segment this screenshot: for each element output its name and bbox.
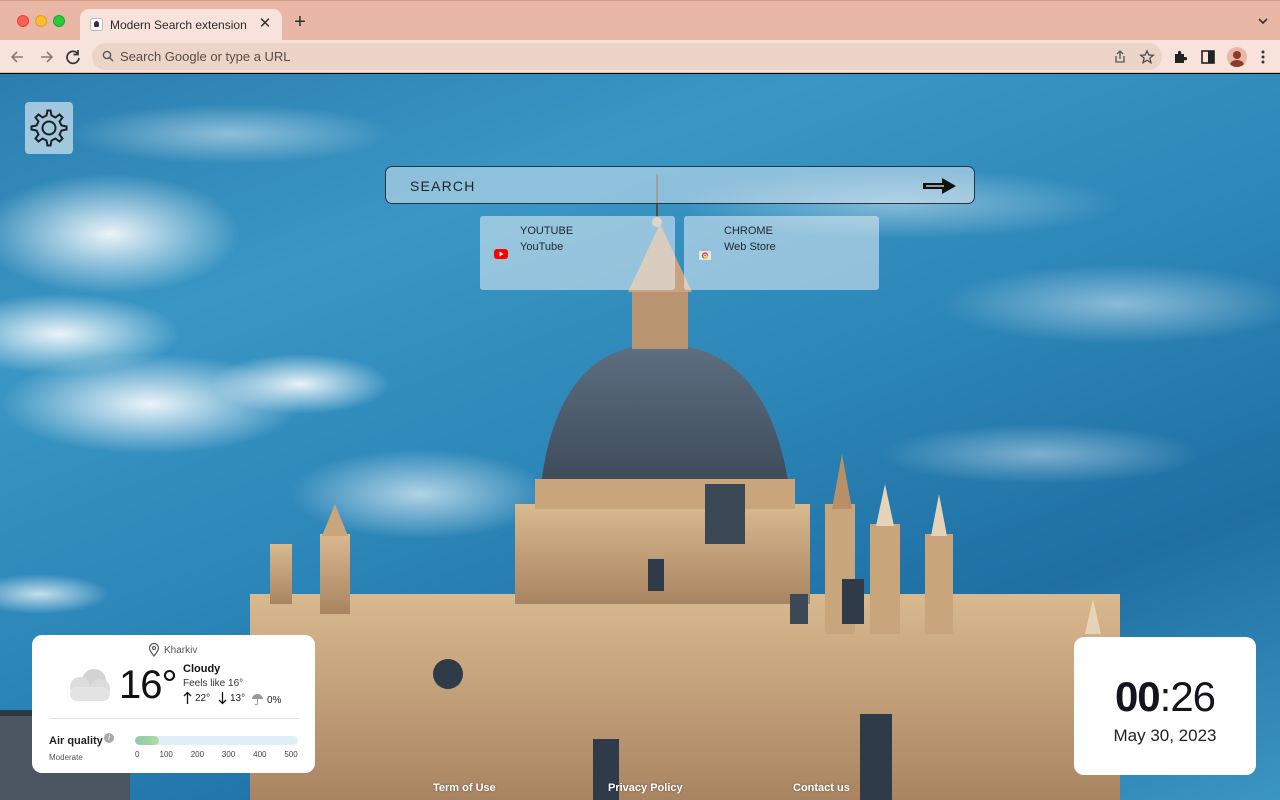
- profile-avatar[interactable]: [1227, 47, 1247, 67]
- location-pin-icon: [148, 643, 160, 657]
- zoom-window-button[interactable]: [53, 15, 65, 27]
- shortcut-subtitle: Web Store: [724, 241, 776, 253]
- weather-temperature: 16°: [119, 663, 177, 707]
- reload-icon[interactable]: [62, 46, 84, 68]
- air-quality-tick: 200: [190, 750, 205, 759]
- arrow-down-icon: [218, 692, 227, 705]
- shortcut-title: CHROME: [724, 225, 773, 237]
- clock-time: 00:26: [1074, 673, 1256, 721]
- air-quality-tick: 100: [159, 750, 173, 759]
- air-quality-tick: 300: [221, 750, 236, 759]
- minimize-window-button[interactable]: [35, 15, 47, 27]
- weather-low: 13°: [230, 693, 246, 704]
- weather-feels-like: Feels like 16°: [183, 678, 244, 689]
- chrome-web-store-icon: [699, 248, 711, 260]
- umbrella-icon: [252, 694, 263, 706]
- air-quality-tick: 0: [135, 750, 140, 759]
- weather-precipitation: 0%: [267, 695, 282, 706]
- tab-close-button[interactable]: ✕: [256, 15, 274, 33]
- arrow-up-icon: [183, 691, 192, 704]
- clock-separator: :: [1159, 673, 1172, 720]
- browser-toolbar: Search Google or type a URL: [0, 40, 1280, 73]
- new-tab-button[interactable]: +: [290, 12, 310, 33]
- clock-minutes: 26: [1170, 673, 1216, 720]
- extensions-puzzle-icon[interactable]: [1172, 48, 1190, 66]
- back-arrow-icon[interactable]: [7, 46, 29, 68]
- search-input[interactable]: [410, 176, 910, 196]
- privacy-policy-link[interactable]: Privacy Policy: [608, 782, 683, 794]
- info-icon[interactable]: i: [104, 733, 114, 743]
- share-icon[interactable]: [1112, 49, 1128, 65]
- air-quality-tick: 400: [253, 750, 267, 759]
- side-panel-icon[interactable]: [1199, 48, 1217, 66]
- search-bar: [385, 166, 975, 204]
- air-quality-status: Moderate: [49, 753, 83, 762]
- shortcut-youtube[interactable]: YOUTUBE YouTube: [480, 216, 675, 290]
- weather-high: 22°: [195, 693, 211, 704]
- tab-favicon-icon: [90, 18, 103, 31]
- close-window-button[interactable]: [17, 15, 29, 27]
- clock-widget: 00:26 May 30, 2023: [1074, 637, 1256, 775]
- arrow-right-icon[interactable]: [922, 176, 958, 196]
- browser-tab-strip: Modern Search extension ✕ +: [0, 0, 1280, 41]
- search-icon: [102, 50, 114, 62]
- youtube-icon: [494, 249, 508, 259]
- contact-us-link[interactable]: Contact us: [793, 782, 850, 794]
- shortcut-title: YOUTUBE: [520, 225, 574, 237]
- tab-title: Modern Search extension: [110, 18, 247, 32]
- tab-modern-search[interactable]: Modern Search extension ✕: [80, 9, 282, 41]
- air-quality-bar: [135, 736, 298, 745]
- more-menu-icon[interactable]: [1254, 48, 1272, 66]
- settings-button[interactable]: [25, 102, 73, 154]
- air-quality-tick: 500: [284, 750, 298, 759]
- air-quality-label: Air quality: [49, 735, 103, 747]
- divider: [49, 718, 299, 719]
- weather-location: Kharkiv: [164, 645, 198, 656]
- cloud-icon: [70, 669, 110, 701]
- air-quality-level: [135, 736, 160, 745]
- clock-date: May 30, 2023: [1113, 726, 1217, 745]
- air-quality-scale: 0 100 200 300 400 500: [135, 750, 301, 762]
- clock-hours: 00: [1114, 673, 1161, 720]
- gear-icon: [30, 109, 68, 147]
- chevron-down-icon[interactable]: [1256, 14, 1270, 28]
- terms-of-use-link[interactable]: Term of Use: [433, 782, 496, 794]
- weather-condition: Cloudy: [183, 663, 221, 675]
- new-tab-page: YOUTUBE YouTube CHROME Web Store Kharkiv: [0, 74, 1280, 800]
- shortcut-chrome-web-store[interactable]: CHROME Web Store: [684, 216, 879, 290]
- forward-arrow-icon[interactable]: [35, 46, 57, 68]
- bookmark-star-icon[interactable]: [1139, 49, 1155, 65]
- address-bar[interactable]: Search Google or type a URL: [92, 43, 1162, 70]
- address-bar-placeholder: Search Google or type a URL: [120, 49, 291, 64]
- shortcut-subtitle: YouTube: [520, 241, 564, 253]
- weather-widget: Kharkiv 16° Cloudy Feels like 16° 22° 13…: [32, 635, 315, 773]
